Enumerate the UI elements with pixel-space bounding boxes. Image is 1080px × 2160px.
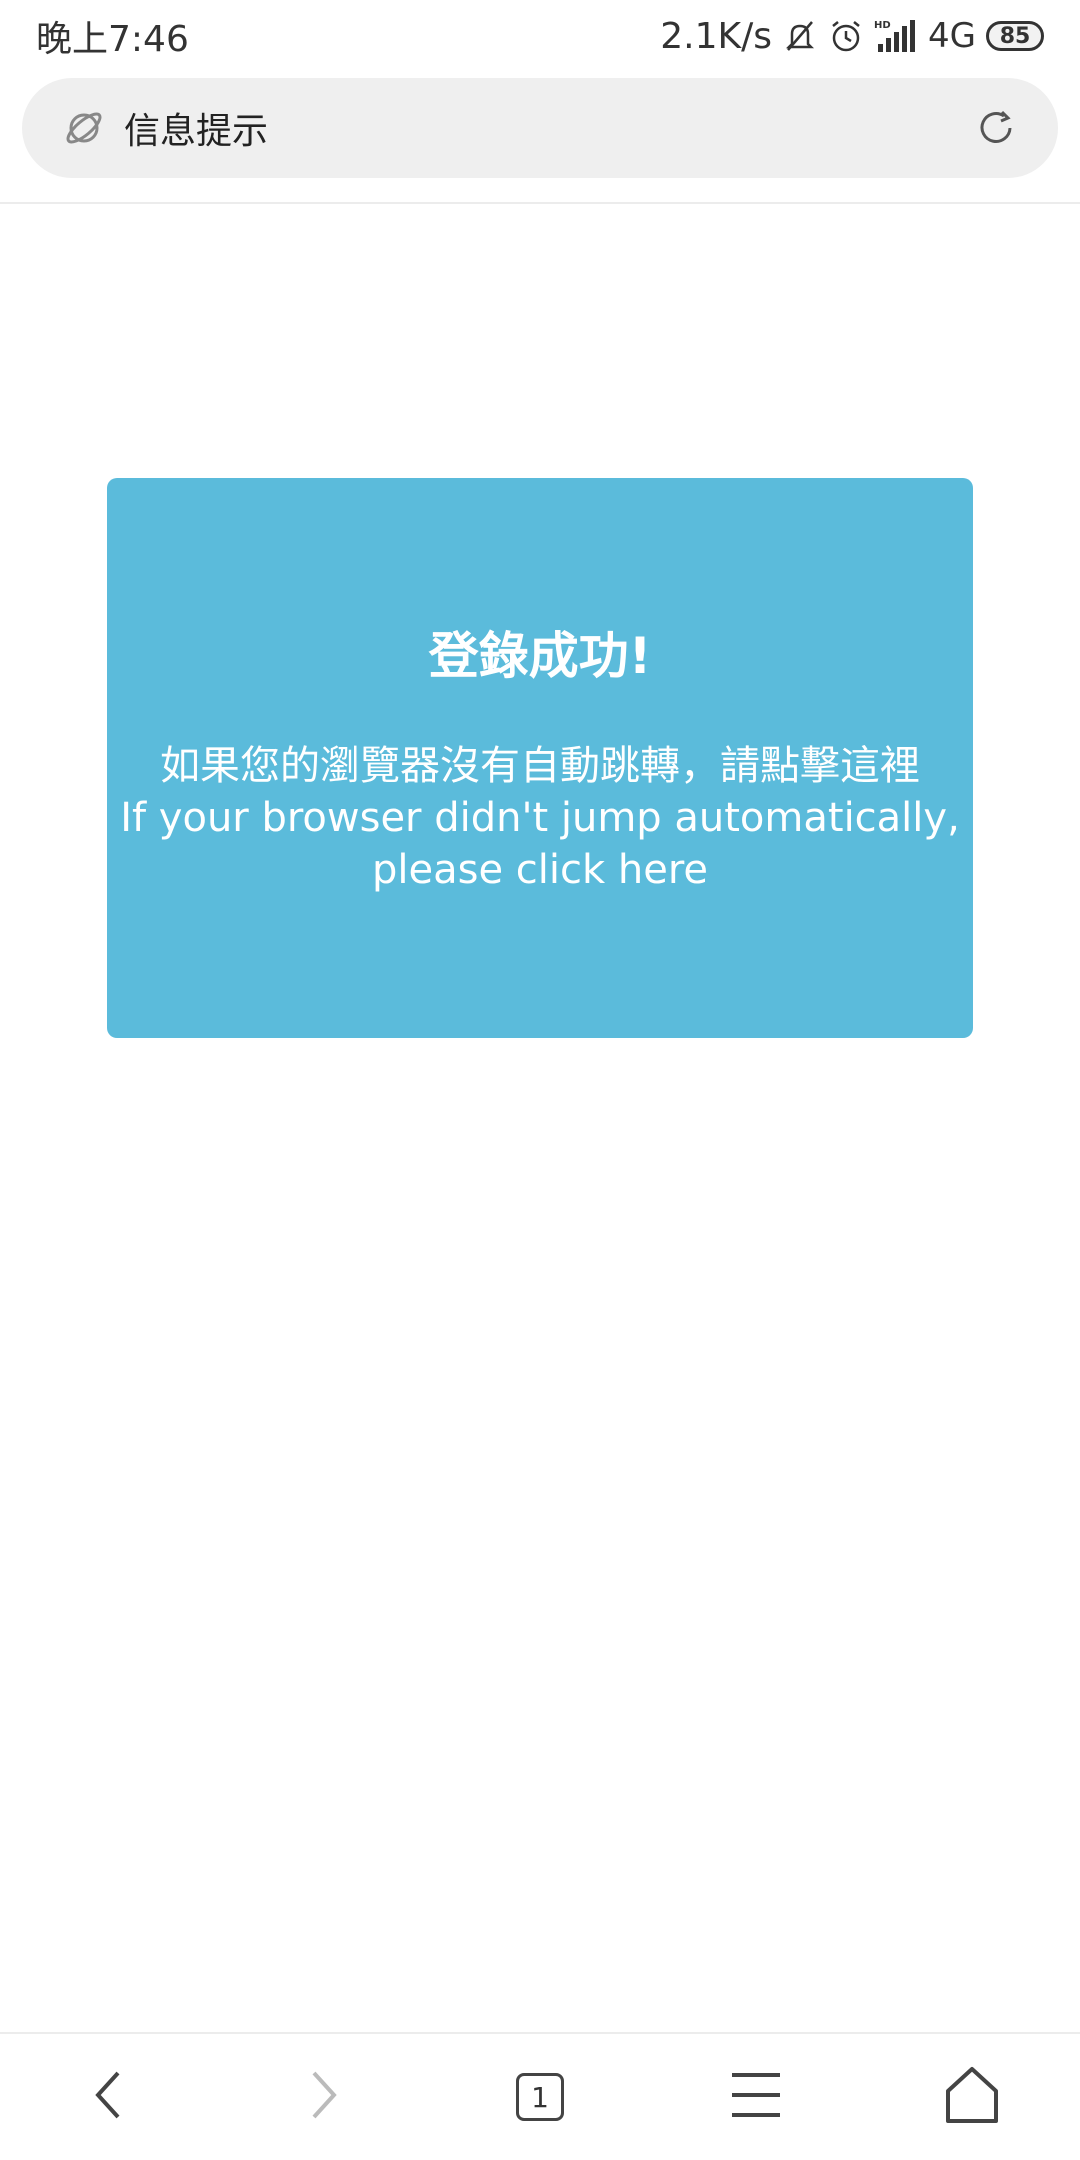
home-icon (944, 2065, 1000, 2129)
divider (0, 202, 1080, 204)
card-title: 登錄成功! (428, 627, 652, 685)
address-bar[interactable]: 信息提示 (22, 78, 1058, 178)
refresh-icon[interactable] (974, 106, 1018, 150)
status-right: 2.1K/s HD 4G 85 (660, 16, 1044, 57)
forward-icon (302, 2065, 346, 2129)
network-speed: 2.1K/s (660, 15, 773, 57)
login-success-card: 登錄成功! 如果您的瀏覽器沒有自動跳轉，請點擊這裡 If your browse… (107, 478, 973, 1038)
planet-icon (62, 106, 106, 150)
status-time: 晚上7:46 (36, 19, 189, 60)
back-button[interactable] (48, 2047, 168, 2147)
bottom-nav: 1 (0, 2032, 1080, 2160)
battery-icon: 85 (986, 21, 1044, 51)
menu-button[interactable] (696, 2047, 816, 2147)
alarm-icon (828, 18, 864, 54)
tabs-button[interactable]: 1 (480, 2047, 600, 2147)
redirect-message-en-line2[interactable]: please click here (107, 844, 973, 896)
hd-signal-icon: HD (874, 18, 918, 54)
home-button[interactable] (912, 2047, 1032, 2147)
redirect-message[interactable]: 如果您的瀏覽器沒有自動跳轉，請點擊這裡 If your browser didn… (107, 740, 973, 896)
page-title[interactable]: 信息提示 (124, 102, 974, 154)
menu-icon (728, 2069, 784, 2125)
network-type: 4G (928, 16, 976, 56)
mute-bell-icon (782, 18, 818, 54)
redirect-message-en-line1[interactable]: If your browser didn't jump automaticall… (107, 792, 973, 844)
back-icon (86, 2065, 130, 2129)
screen: 晚上7:46 2.1K/s HD 4G 85 信息提示 登錄成功! 如果您的瀏覽… (0, 0, 1080, 2160)
forward-button[interactable] (264, 2047, 384, 2147)
redirect-message-zh[interactable]: 如果您的瀏覽器沒有自動跳轉，請點擊這裡 (107, 740, 973, 792)
status-bar: 晚上7:46 2.1K/s HD 4G 85 (0, 0, 1080, 72)
tabs-icon: 1 (516, 2073, 564, 2121)
svg-text:HD: HD (874, 20, 891, 31)
